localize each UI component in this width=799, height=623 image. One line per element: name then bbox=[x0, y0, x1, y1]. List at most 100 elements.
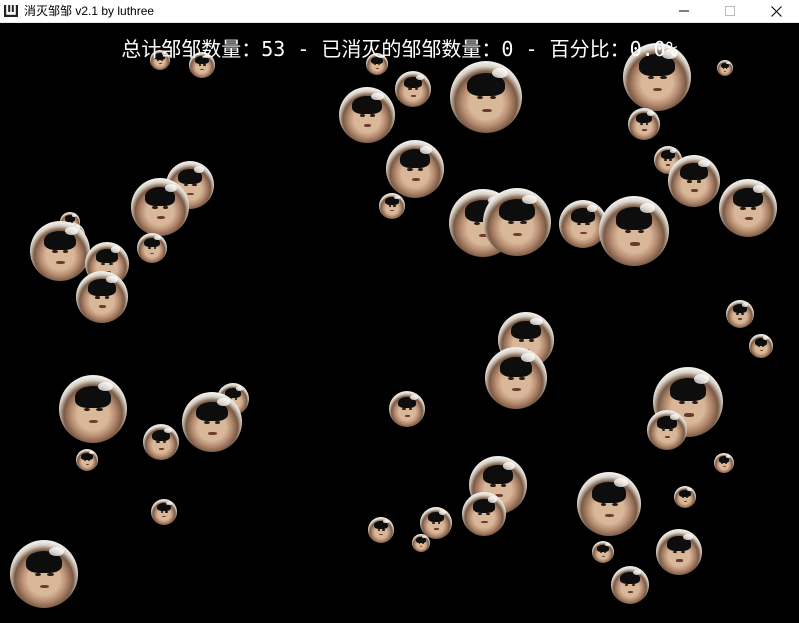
bubble-eye-l bbox=[757, 345, 761, 347]
bubble-mouth bbox=[683, 413, 694, 417]
face-bubble-icon[interactable] bbox=[485, 347, 547, 409]
bubble-eye-l bbox=[388, 205, 391, 207]
bubble-shine bbox=[693, 374, 709, 384]
face-bubble-icon[interactable] bbox=[592, 541, 614, 563]
bubble-mouth bbox=[158, 447, 164, 450]
face-bubble-icon[interactable] bbox=[577, 472, 641, 536]
face-bubble-icon[interactable] bbox=[674, 486, 696, 508]
bubble-mouth bbox=[666, 164, 671, 166]
bubble-eye-r bbox=[696, 179, 702, 183]
bubble-shine bbox=[614, 478, 629, 488]
bubble-mouth bbox=[208, 431, 217, 435]
bubble-mouth bbox=[512, 232, 523, 237]
bubble-eye-r bbox=[500, 483, 507, 487]
face-bubble-icon[interactable] bbox=[656, 529, 702, 575]
bubble-eye-l bbox=[148, 247, 151, 249]
bubble-shine bbox=[106, 276, 118, 284]
bubble-eye-r bbox=[104, 295, 110, 299]
title-bar[interactable]: 消灭邹邹 v2.1 by luthree bbox=[0, 0, 799, 23]
bubble-mouth bbox=[724, 70, 727, 72]
face-bubble-icon[interactable] bbox=[462, 492, 506, 536]
bubble-eye-l bbox=[418, 542, 421, 544]
bubble-mouth bbox=[605, 514, 615, 518]
bubble-eye-r bbox=[421, 542, 424, 544]
bubble-eye-r bbox=[612, 502, 618, 506]
bubble-eye-l bbox=[673, 551, 678, 554]
face-bubble-icon[interactable] bbox=[599, 196, 669, 266]
bubble-mouth bbox=[744, 217, 753, 221]
bubble-mouth bbox=[200, 69, 205, 71]
face-bubble-icon[interactable] bbox=[379, 193, 405, 219]
face-bubble-icon[interactable] bbox=[76, 271, 128, 323]
face-bubble-icon[interactable] bbox=[386, 140, 444, 198]
face-bubble-icon[interactable] bbox=[182, 392, 242, 452]
bubble-mouth bbox=[512, 387, 521, 391]
face-bubble-icon[interactable] bbox=[717, 60, 733, 76]
face-bubble-icon[interactable] bbox=[143, 424, 179, 460]
bubble-eye-r bbox=[165, 511, 168, 513]
bubble-shine bbox=[163, 427, 172, 433]
bubble-mouth bbox=[683, 500, 687, 502]
bubble-eye-r bbox=[63, 249, 69, 253]
bubble-shine bbox=[682, 533, 693, 541]
face-bubble-icon[interactable] bbox=[611, 566, 649, 604]
face-bubble-icon[interactable] bbox=[395, 71, 431, 107]
face-bubble-icon[interactable] bbox=[131, 178, 189, 236]
face-bubble-icon[interactable] bbox=[30, 221, 90, 281]
bubble-eye-l bbox=[359, 113, 365, 117]
game-canvas[interactable]: 总计邹邹数量：53 - 已消灭的邹邹数量：0 - 百分比：0.0% bbox=[0, 23, 799, 623]
face-bubble-icon[interactable] bbox=[647, 410, 687, 450]
face-bubble-icon[interactable] bbox=[10, 540, 78, 608]
face-bubble-icon[interactable] bbox=[412, 534, 430, 552]
bubble-shine bbox=[419, 145, 433, 154]
bubble-eye-l bbox=[407, 167, 413, 171]
bubble-mouth bbox=[664, 436, 671, 439]
bubble-eye-l bbox=[661, 429, 666, 432]
bubble-mouth bbox=[738, 318, 743, 320]
bubble-eye-l bbox=[476, 95, 484, 100]
face-bubble-icon[interactable] bbox=[151, 499, 177, 525]
bubble-mouth bbox=[158, 63, 162, 65]
face-bubble-icon[interactable] bbox=[368, 517, 394, 543]
face-bubble-icon[interactable] bbox=[339, 87, 395, 143]
face-bubble-icon[interactable] bbox=[719, 179, 777, 237]
close-icon bbox=[770, 5, 782, 17]
bubble-eye-r bbox=[637, 229, 644, 234]
face-bubble-icon[interactable] bbox=[450, 61, 522, 133]
bubble-shine bbox=[166, 501, 172, 506]
bubble-shine bbox=[438, 510, 446, 515]
bubble-eye-r bbox=[192, 184, 197, 187]
face-bubble-icon[interactable] bbox=[59, 375, 127, 443]
face-bubble-icon[interactable] bbox=[749, 334, 773, 358]
bubble-shine bbox=[216, 398, 230, 407]
bubble-shine bbox=[491, 68, 508, 79]
minimize-button[interactable] bbox=[661, 0, 707, 22]
bubble-shine bbox=[530, 317, 543, 326]
bubble-mouth bbox=[56, 260, 65, 264]
face-bubble-icon[interactable] bbox=[137, 233, 167, 263]
face-bubble-icon[interactable] bbox=[726, 300, 754, 328]
bubble-shine bbox=[71, 214, 76, 217]
bubble-shine bbox=[502, 461, 516, 470]
face-bubble-icon[interactable] bbox=[628, 108, 660, 140]
bubble-mouth bbox=[722, 466, 726, 468]
bubble-mouth bbox=[642, 129, 647, 131]
bubble-eye-r bbox=[162, 441, 167, 444]
face-bubble-icon[interactable] bbox=[668, 155, 720, 207]
face-bubble-icon[interactable] bbox=[483, 188, 551, 256]
close-button[interactable] bbox=[753, 0, 799, 22]
maximize-button[interactable] bbox=[707, 0, 753, 22]
face-bubble-icon[interactable] bbox=[76, 449, 98, 471]
bubble-mouth bbox=[759, 349, 763, 352]
bubble-shine bbox=[522, 194, 538, 205]
bubble-eye-r bbox=[153, 247, 157, 249]
bubble-eye-l bbox=[721, 462, 724, 464]
bubble-eye-r bbox=[414, 88, 419, 91]
bubble-eye-l bbox=[682, 496, 685, 498]
bubble-shine bbox=[752, 184, 766, 193]
bubble-eye-r bbox=[519, 376, 525, 380]
bubble-mouth bbox=[379, 534, 384, 536]
face-bubble-icon[interactable] bbox=[389, 391, 425, 427]
bubble-eye-l bbox=[374, 63, 377, 65]
face-bubble-icon[interactable] bbox=[714, 453, 734, 473]
